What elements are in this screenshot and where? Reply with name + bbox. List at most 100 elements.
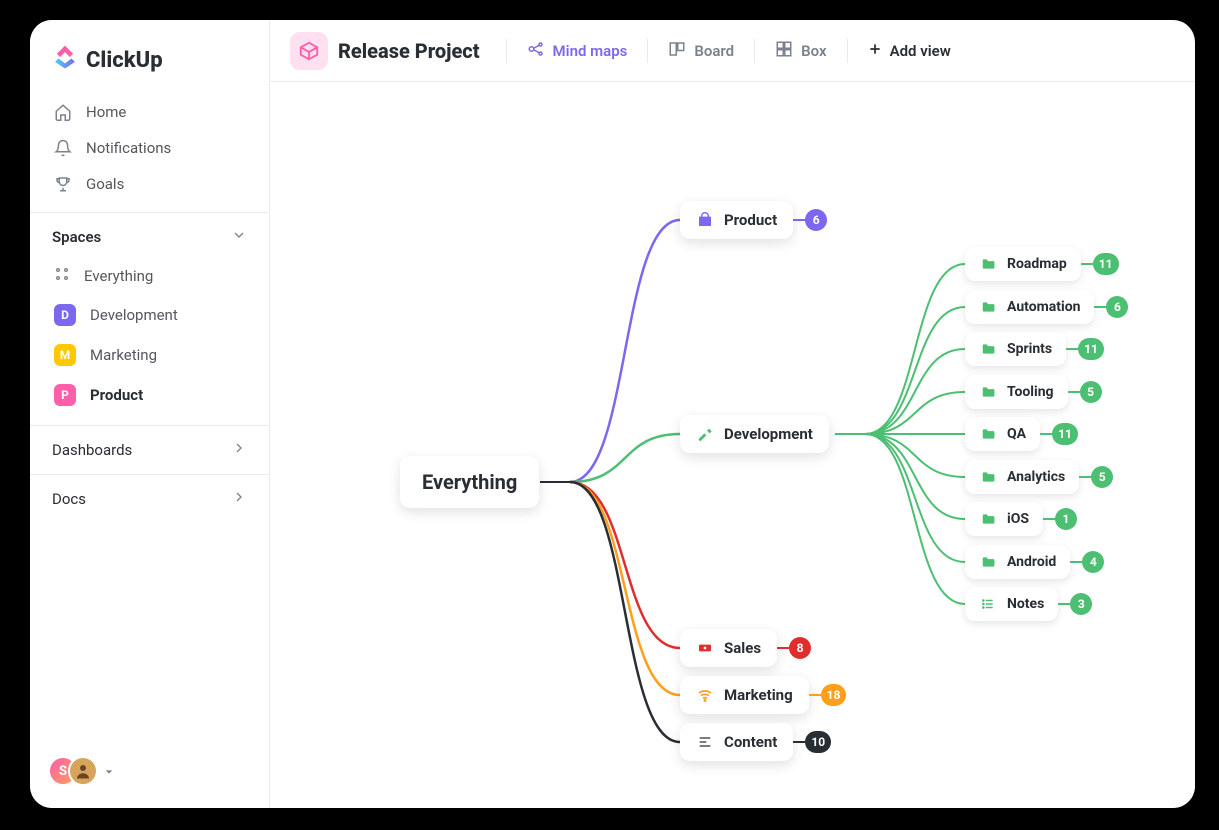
nav-home-label: Home [86, 103, 126, 121]
plus-icon [868, 42, 882, 60]
view-header: Release Project Mind maps Board Box Add … [270, 20, 1195, 82]
nav-goals-label: Goals [86, 175, 124, 193]
view-board[interactable]: Board [668, 40, 734, 62]
folder-icon [979, 553, 997, 571]
node-marketing-label: Marketing [724, 686, 793, 704]
node-content[interactable]: Content 10 [680, 723, 793, 761]
grid-icon [54, 266, 70, 286]
count-badge: 1 [1055, 508, 1077, 530]
node-label: Automation [1007, 299, 1080, 315]
board-icon [668, 40, 686, 62]
add-view-button[interactable]: Add view [868, 42, 951, 60]
wifi-icon [696, 686, 714, 704]
count-badge: 5 [1080, 381, 1102, 403]
count-badge: 6 [805, 209, 827, 231]
connector [1066, 348, 1078, 350]
node-sales[interactable]: Sales 8 [680, 629, 777, 667]
count-badge: 8 [789, 637, 811, 659]
node-qa[interactable]: QA11 [965, 417, 1040, 451]
folder-icon [979, 383, 997, 401]
logo[interactable]: ClickUp [30, 20, 269, 90]
bag-icon [696, 211, 714, 229]
primary-nav: Home Notifications Goals [30, 90, 269, 212]
caret-down-icon[interactable] [104, 762, 114, 781]
nav-notifications-label: Notifications [86, 139, 171, 157]
node-label: Sprints [1007, 341, 1052, 357]
space-development[interactable]: D Development [40, 295, 259, 335]
connector [1070, 561, 1082, 563]
node-android[interactable]: Android4 [965, 545, 1070, 579]
section-docs[interactable]: Docs [30, 474, 269, 523]
separator [506, 39, 507, 63]
count-badge: 11 [1093, 253, 1119, 275]
space-marketing-label: Marketing [90, 346, 157, 364]
connector [793, 741, 805, 743]
node-notes[interactable]: Notes3 [965, 587, 1058, 621]
main: Release Project Mind maps Board Box Add … [270, 20, 1195, 808]
count-badge: 10 [805, 731, 831, 753]
node-tooling[interactable]: Tooling5 [965, 375, 1068, 409]
node-automation[interactable]: Automation6 [965, 290, 1094, 324]
nav-home[interactable]: Home [40, 94, 259, 130]
space-development-label: Development [90, 306, 178, 324]
connector [1040, 433, 1052, 435]
project-icon[interactable] [290, 32, 328, 70]
node-roadmap[interactable]: Roadmap11 [965, 247, 1081, 281]
view-box-label: Box [801, 42, 826, 60]
space-product[interactable]: P Product [40, 375, 259, 415]
node-marketing[interactable]: Marketing 18 [680, 676, 809, 714]
space-everything[interactable]: Everything [40, 257, 259, 295]
box-icon [775, 40, 793, 62]
chevron-right-icon [231, 489, 247, 509]
separator [847, 39, 848, 63]
space-marketing[interactable]: M Marketing [40, 335, 259, 375]
node-root-label: Everything [422, 470, 517, 494]
node-label: Android [1007, 554, 1056, 570]
nav-goals[interactable]: Goals [40, 166, 259, 202]
node-product-label: Product [724, 211, 777, 229]
avatar-stack[interactable]: S [48, 756, 98, 786]
connector [1068, 391, 1080, 393]
spaces-header[interactable]: Spaces [30, 213, 269, 257]
node-root[interactable]: Everything [400, 456, 539, 508]
node-label: QA [1007, 426, 1026, 442]
chevron-right-icon [231, 440, 247, 460]
connector [1094, 306, 1106, 308]
section-dashboards[interactable]: Dashboards [30, 425, 269, 474]
section-dashboards-label: Dashboards [52, 441, 132, 459]
view-box[interactable]: Box [775, 40, 826, 62]
add-view-label: Add view [890, 42, 951, 60]
node-ios[interactable]: iOS1 [965, 502, 1043, 536]
node-product[interactable]: Product 6 [680, 201, 793, 239]
ticket-icon [696, 639, 714, 657]
count-badge: 6 [1106, 296, 1128, 318]
list-icon [979, 595, 997, 613]
sidebar: ClickUp Home Notifications Goals [30, 20, 270, 808]
project-title: Release Project [338, 39, 480, 63]
connector [1043, 518, 1055, 520]
app-window: ClickUp Home Notifications Goals [30, 20, 1195, 808]
connector [1079, 476, 1091, 478]
folder-icon [979, 340, 997, 358]
view-mindmaps[interactable]: Mind maps [527, 40, 628, 62]
space-everything-label: Everything [84, 267, 153, 285]
connector [1081, 263, 1093, 265]
nav-notifications[interactable]: Notifications [40, 130, 259, 166]
node-analytics[interactable]: Analytics5 [965, 460, 1079, 494]
node-label: Roadmap [1007, 256, 1067, 272]
count-badge: 5 [1091, 466, 1113, 488]
section-docs-label: Docs [52, 490, 86, 508]
node-sprints[interactable]: Sprints11 [965, 332, 1066, 366]
node-label: iOS [1007, 511, 1029, 527]
node-label: Notes [1007, 596, 1044, 612]
mindmap-canvas[interactable]: Everything Product 6 Development Sales 8 [270, 82, 1195, 808]
node-label: Analytics [1007, 469, 1065, 485]
space-badge: P [54, 384, 76, 406]
count-badge: 18 [821, 684, 847, 706]
connector [777, 647, 789, 649]
chevron-down-icon [231, 227, 247, 247]
node-development[interactable]: Development [680, 415, 829, 453]
node-label: Tooling [1007, 384, 1054, 400]
node-sales-label: Sales [724, 639, 761, 657]
view-mindmaps-label: Mind maps [553, 42, 628, 60]
